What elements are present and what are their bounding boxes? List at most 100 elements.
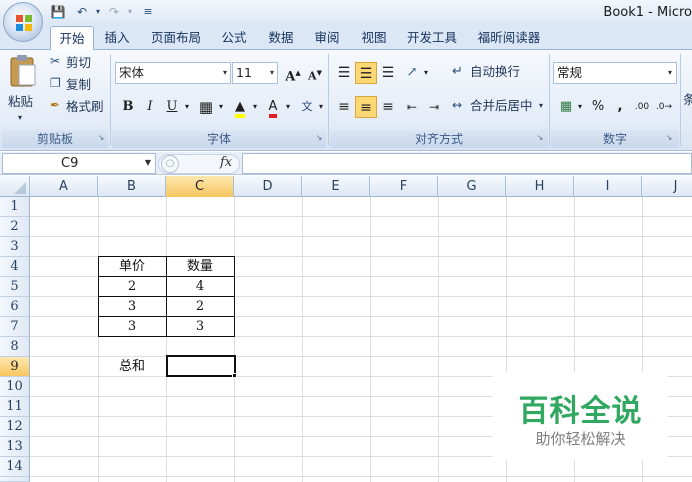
row-header-2[interactable]: 2 (0, 217, 30, 237)
cut-button[interactable]: 剪切 (66, 53, 91, 73)
row-header-11[interactable]: 11 (0, 397, 30, 417)
cell-b6[interactable]: 3 (98, 297, 166, 317)
font-launcher-icon[interactable]: ↘ (314, 133, 324, 143)
column-header-c[interactable]: C (166, 176, 234, 197)
font-name-dropdown-icon[interactable]: ▾ (223, 63, 227, 83)
column-header-b[interactable]: B (98, 176, 166, 197)
row-header-6[interactable]: 6 (0, 297, 30, 317)
cell-b7[interactable]: 3 (98, 317, 166, 337)
align-left-icon[interactable]: ≡ (333, 96, 355, 118)
row-header-10[interactable]: 10 (0, 377, 30, 397)
row-header-14[interactable]: 14 (0, 457, 30, 477)
comma-style-button[interactable]: , (609, 96, 631, 118)
align-top-icon[interactable]: ☰ (333, 62, 355, 84)
align-bottom-icon[interactable]: ☰ (377, 62, 399, 84)
align-middle-icon[interactable]: ☰ (355, 62, 377, 84)
cell-c5[interactable]: 4 (166, 277, 234, 297)
tab-developer[interactable]: 开发工具 (400, 26, 464, 50)
row-header-12[interactable]: 12 (0, 417, 30, 437)
wrap-text-button[interactable]: 自动换行 (470, 62, 520, 82)
percent-button[interactable]: % (587, 96, 609, 118)
row-header-4[interactable]: 4 (0, 257, 30, 277)
row-header-8[interactable]: 8 (0, 337, 30, 357)
borders-dropdown-icon[interactable]: ▾ (215, 96, 227, 118)
column-header-h[interactable]: H (506, 176, 574, 197)
merge-center-button[interactable]: 合并后居中 (470, 96, 533, 116)
align-center-icon[interactable]: ≡ (355, 96, 377, 118)
column-header-g[interactable]: G (438, 176, 506, 197)
active-cell-c9[interactable] (166, 355, 236, 377)
tab-formulas[interactable]: 公式 (214, 26, 254, 50)
paste-dropdown-icon[interactable]: ▾ (18, 108, 22, 128)
shrink-font-icon[interactable]: A▼ (304, 62, 326, 84)
select-all-corner[interactable] (0, 176, 30, 197)
borders-icon[interactable]: ▦ (195, 96, 217, 118)
cell-b5[interactable]: 2 (98, 277, 166, 297)
insert-function-button[interactable]: fx (220, 155, 240, 173)
grow-font-icon[interactable]: A▲ (282, 62, 304, 84)
row-header-1[interactable]: 1 (0, 197, 30, 217)
decrease-indent-icon[interactable]: ⇤ (401, 96, 423, 118)
clipboard-launcher-icon[interactable]: ↘ (96, 133, 106, 143)
underline-button[interactable]: U (161, 96, 183, 118)
tab-foxit-reader[interactable]: 福昕阅读器 (470, 26, 548, 50)
font-size-combo[interactable]: 11 ▾ (232, 62, 278, 84)
column-header-i[interactable]: I (574, 176, 642, 197)
row-header-15-partial[interactable] (0, 477, 30, 482)
number-format-dropdown-icon[interactable]: ▾ (668, 63, 672, 83)
cell-b4[interactable]: 单价 (98, 257, 166, 277)
format-painter-button[interactable]: 格式刷 (66, 97, 104, 117)
undo-dropdown-icon[interactable]: ▾ (90, 4, 106, 20)
align-right-icon[interactable]: ≡ (377, 96, 399, 118)
tab-page-layout[interactable]: 页面布局 (144, 26, 208, 50)
bold-button[interactable]: B (117, 96, 139, 118)
row-header-5[interactable]: 5 (0, 277, 30, 297)
column-header-j[interactable]: J (642, 176, 692, 197)
orientation-dropdown-icon[interactable]: ▾ (421, 62, 431, 84)
column-header-f[interactable]: F (370, 176, 438, 197)
formula-options-icon[interactable]: ○ (161, 155, 179, 173)
number-format-combo[interactable]: 常规 ▾ (553, 62, 677, 84)
tab-insert[interactable]: 插入 (98, 26, 136, 50)
name-box[interactable]: C9 ▼ (2, 153, 156, 174)
redo-icon[interactable]: ↷ (106, 4, 122, 20)
row-header-3[interactable]: 3 (0, 237, 30, 257)
alignment-launcher-icon[interactable]: ↘ (535, 133, 545, 143)
copy-button[interactable]: 复制 (66, 75, 91, 95)
font-color-dropdown-icon[interactable]: ▾ (282, 96, 294, 118)
tab-review[interactable]: 审阅 (306, 26, 348, 50)
phonetic-dropdown-icon[interactable]: ▾ (316, 96, 326, 118)
decrease-decimal-icon[interactable]: .0→ (653, 96, 675, 118)
underline-dropdown-icon[interactable]: ▾ (181, 96, 193, 118)
cell-c4[interactable]: 数量 (166, 257, 234, 277)
name-box-dropdown-icon[interactable]: ▼ (145, 158, 151, 167)
column-header-a[interactable]: A (30, 176, 98, 197)
italic-button[interactable]: I (139, 96, 161, 118)
font-size-dropdown-icon[interactable]: ▾ (270, 63, 274, 83)
increase-indent-icon[interactable]: ⇥ (423, 96, 445, 118)
office-button[interactable] (3, 2, 43, 42)
phonetic-guide-icon[interactable]: 文 (296, 96, 318, 118)
save-icon[interactable]: 💾 (50, 4, 66, 20)
tab-home[interactable]: 开始 (50, 26, 94, 51)
accounting-format-icon[interactable]: ▦ (555, 96, 577, 118)
accounting-dropdown-icon[interactable]: ▾ (575, 96, 585, 118)
merge-center-dropdown-icon[interactable]: ▾ (539, 96, 543, 116)
number-launcher-icon[interactable]: ↘ (664, 133, 674, 143)
orientation-icon[interactable]: ↗ (401, 62, 423, 84)
increase-decimal-button[interactable]: .00 (631, 96, 653, 118)
column-header-e[interactable]: E (302, 176, 370, 197)
undo-icon[interactable]: ↶ (74, 4, 90, 20)
cell-c6[interactable]: 2 (166, 297, 234, 317)
redo-dropdown-icon[interactable]: ▾ (122, 4, 138, 20)
font-name-combo[interactable]: 宋体 ▾ (115, 62, 231, 84)
fill-color-dropdown-icon[interactable]: ▾ (249, 96, 261, 118)
formula-input[interactable] (242, 153, 692, 174)
cell-c7[interactable]: 3 (166, 317, 234, 337)
customize-qat-icon[interactable]: ≡ (140, 4, 156, 20)
font-color-icon[interactable]: A (262, 96, 284, 118)
fill-handle[interactable] (232, 373, 237, 378)
row-header-7[interactable]: 7 (0, 317, 30, 337)
column-header-d[interactable]: D (234, 176, 302, 197)
row-header-9[interactable]: 9 (0, 357, 30, 377)
